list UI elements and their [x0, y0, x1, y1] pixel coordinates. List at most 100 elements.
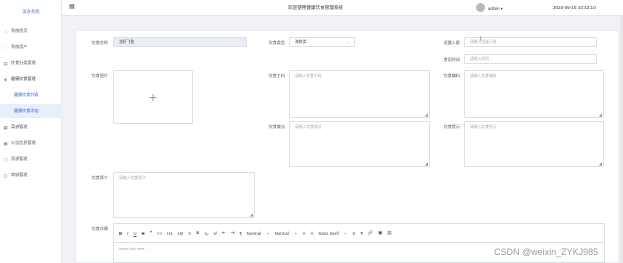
sidebar-item-home[interactable]: ⌂ 系统首页 — [0, 24, 62, 38]
sidebar-item-notices[interactable]: ▣ 公告信息管理 — [0, 136, 62, 150]
clear-format-button[interactable]: T̸ — [360, 231, 363, 236]
ingredients-label: 饮食主料 — [268, 73, 285, 78]
superscript-button[interactable]: x² — [213, 231, 217, 236]
font-select[interactable]: Sans Serif — [318, 231, 338, 236]
top-bar: ▦ 欢迎使用健康饮食管理系统 admin ▾ 2024-05-15 10:43:… — [62, 0, 623, 16]
sidebar: 美食系统 ⌂ 系统首页 ◌ 系统用户 ▤ 饮食分类管理 ◈ 健康饮食管理 健康饮… — [0, 0, 62, 263]
blockquote-button[interactable]: ❝ — [150, 230, 152, 236]
user-icon: ◌ — [4, 44, 7, 50]
time-input[interactable]: 请输入时间 — [464, 54, 597, 64]
resize-grip-icon[interactable]: ◢ — [599, 162, 602, 166]
category-label: 饮食类型 — [268, 40, 285, 45]
category-select[interactable]: 海鲜类 ⌄ — [289, 37, 355, 47]
page-header-strip — [62, 16, 623, 30]
folder-icon: ▢ — [3, 156, 8, 162]
link-icon[interactable]: 🔗 — [368, 230, 373, 236]
sub-ingredients-textarea[interactable]: 请输入饮食辅料 ◢ — [464, 70, 604, 118]
sidebar-item-label: 资源管理 — [11, 156, 28, 161]
header-select[interactable]: Normal — [275, 231, 289, 236]
text-cursor-icon: I — [480, 37, 482, 43]
food-icon: ◈ — [3, 76, 8, 82]
sidebar-item-label: 饮食分类管理 — [11, 60, 36, 65]
sidebar-item-label: 健康饮食添加 — [14, 108, 39, 113]
tips-placeholder: 请输入饮食提示 — [470, 125, 497, 129]
sub-ingredients-label: 饮食辅料 — [443, 73, 460, 78]
intro-placeholder: 请输入饮食简介 — [119, 176, 146, 180]
sidebar-item-users[interactable]: ◌ 系统用户 — [0, 40, 62, 54]
sidebar-item-shop[interactable]: ◫ 商城管理 — [0, 168, 62, 182]
resize-grip-icon[interactable]: ◢ — [599, 113, 602, 117]
intro-label: 饮食简介 — [91, 175, 108, 180]
sidebar-item-resources[interactable]: ▢ 资源管理 — [0, 152, 62, 166]
sidebar-item-label: 菜谱管理 — [11, 124, 28, 129]
sidebar-item-label: 公告信息管理 — [11, 140, 36, 145]
image-label: 饮食图片 — [91, 73, 108, 78]
intro-textarea[interactable]: 请输入饮食简介 ◢ — [113, 172, 255, 218]
name-input[interactable]: 龙虾飞鱼 — [113, 37, 247, 47]
sidebar-item-recipes[interactable]: ▦ 菜谱管理 — [0, 120, 62, 134]
resize-grip-icon[interactable]: ◢ — [425, 113, 428, 117]
amount-label: 适量人群 — [443, 40, 460, 45]
home-icon: ⌂ — [4, 28, 7, 34]
watermark: CSDN @weixin_ZYKJ985 — [494, 247, 599, 257]
image-uploader[interactable]: + — [113, 70, 193, 124]
sidebar-item-label: 健康饮食列表 — [14, 92, 39, 97]
image-icon[interactable]: ▣ — [378, 230, 382, 236]
bold-button[interactable]: B — [119, 231, 122, 236]
chevron-down-icon: ⌄ — [266, 230, 270, 235]
list-icon: ▤ — [3, 60, 8, 66]
bullet-list-button[interactable]: ≣ — [196, 230, 200, 236]
category-select-value: 海鲜类 — [295, 40, 307, 44]
align-button[interactable]: ≡ — [352, 231, 355, 236]
code-block-button[interactable]: <> — [157, 231, 162, 236]
steps-label: 饮食做法 — [268, 124, 285, 129]
editor-placeholder: Insert text here ... — [119, 247, 149, 251]
page-title: 欢迎使用健康饮食管理系统 — [288, 5, 344, 10]
editor-toolbar: B I U S ❝ <> H1 H2 ≡ ≣ x₂ x² ⇤ ⇥ ¶ Norma… — [113, 223, 605, 242]
ingredients-textarea[interactable]: 请输入饮食主料 ◢ — [289, 70, 430, 118]
ordered-list-button[interactable]: ≡ — [188, 231, 191, 236]
detail-label: 饮食详情 — [91, 226, 108, 231]
font-color-button[interactable]: A — [303, 231, 306, 236]
size-select[interactable]: Normal — [247, 231, 261, 236]
direction-button[interactable]: ¶ — [239, 231, 241, 236]
current-datetime: 2024-05-15 10:43:10 — [553, 5, 596, 10]
time-label: 食用时间 — [443, 57, 460, 62]
chevron-down-icon: ⌄ — [346, 40, 350, 44]
chevron-down-icon: ⌄ — [293, 230, 298, 235]
name-label: 饮食名称 — [91, 40, 108, 45]
user-menu[interactable]: admin ▾ — [488, 6, 503, 11]
avatar[interactable] — [476, 3, 485, 12]
chevron-down-icon: ⌄ — [343, 230, 348, 235]
italic-button[interactable]: I — [127, 231, 128, 236]
header2-button[interactable]: H2 — [178, 231, 184, 236]
tips-label: 饮食提示 — [443, 124, 460, 129]
sidebar-item-diet-management[interactable]: ◈ 健康饮食管理 — [0, 72, 62, 86]
sidebar-item-diet-add[interactable]: 健康饮食添加 — [0, 104, 62, 118]
menu-toggle-icon[interactable]: ▦ — [69, 4, 76, 11]
sidebar-item-label: 商城管理 — [11, 172, 28, 177]
sidebar-item-label: 系统首页 — [11, 28, 28, 33]
ingredients-placeholder: 请输入饮食主料 — [295, 74, 322, 78]
shop-icon: ◫ — [3, 172, 8, 178]
strike-button[interactable]: S — [142, 231, 145, 236]
sub-ingredients-placeholder: 请输入饮食辅料 — [470, 74, 497, 78]
sidebar-item-label: 健康饮食管理 — [11, 76, 36, 81]
plus-icon: + — [148, 89, 158, 105]
video-icon[interactable]: ▤ — [387, 230, 391, 236]
resize-grip-icon[interactable]: ◢ — [425, 162, 428, 166]
sidebar-item-diet-list[interactable]: 健康饮食列表 — [0, 88, 62, 102]
app-logo-title: 美食系统 — [22, 9, 40, 14]
tips-textarea[interactable]: 请输入饮食提示 ◢ — [464, 121, 604, 167]
outdent-button[interactable]: ⇤ — [222, 230, 226, 236]
steps-textarea[interactable]: 请输入饮食做法 ◢ — [289, 121, 430, 167]
sidebar-item-categories[interactable]: ▤ 饮食分类管理 — [0, 56, 62, 70]
subscript-button[interactable]: x₂ — [205, 231, 209, 236]
notice-icon: ▣ — [3, 140, 8, 146]
background-color-button[interactable]: Ā — [310, 231, 313, 236]
resize-grip-icon[interactable]: ◢ — [250, 213, 253, 217]
indent-button[interactable]: ⇥ — [231, 230, 235, 236]
book-icon: ▦ — [3, 124, 8, 130]
underline-button[interactable]: U — [133, 231, 136, 236]
header1-button[interactable]: H1 — [167, 231, 173, 236]
